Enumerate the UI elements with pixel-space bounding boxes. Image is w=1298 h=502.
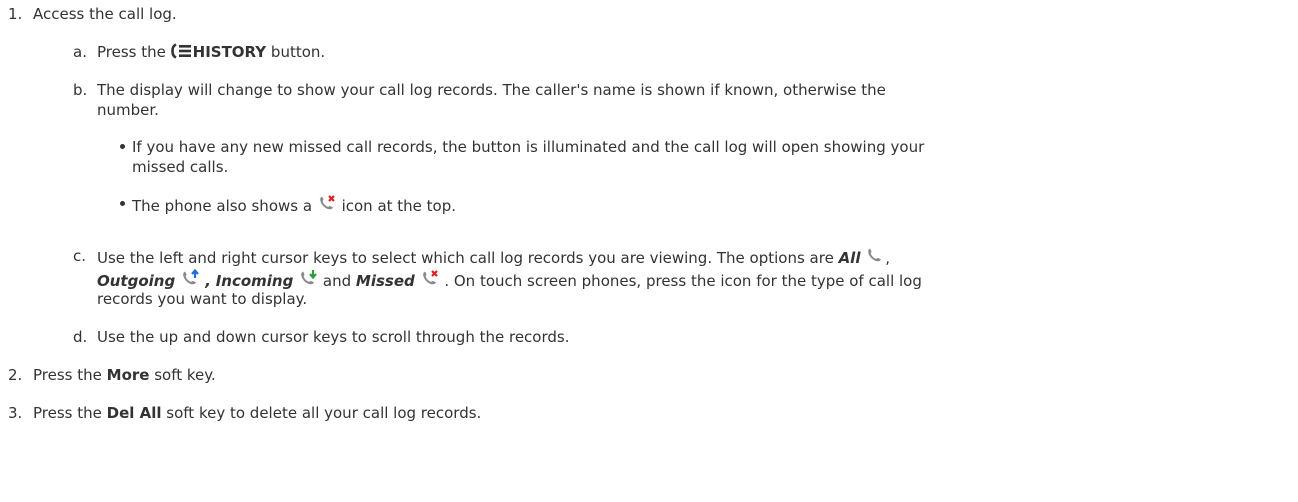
bullet-dot	[120, 201, 125, 206]
missed-call-icon	[420, 269, 440, 289]
comma-sep: ,	[199, 272, 211, 290]
substep-c-line2: Outgoing , Incoming and Missed . On touc…	[97, 269, 922, 291]
step-2-text: Press the More soft key.	[33, 366, 216, 384]
history-button-label: HISTORY	[192, 43, 267, 61]
substep-a-text: Press the HISTORY button.	[97, 43, 326, 61]
more-soft-key-label: More	[106, 366, 150, 384]
bullet-dot	[120, 144, 125, 149]
phone-icon	[865, 246, 885, 266]
substep-b-letter: b.	[73, 81, 88, 99]
substep-d-letter: d.	[73, 328, 88, 346]
substep-c-line1: Use the left and right cursor keys to se…	[97, 246, 890, 268]
bullet-1-line2: missed calls.	[132, 158, 229, 176]
bullet-2-text: The phone also shows a icon at the top.	[132, 194, 456, 216]
option-incoming: Incoming	[215, 272, 294, 290]
option-outgoing: Outgoing	[97, 272, 176, 290]
substep-c-line3: records you want to display.	[97, 290, 308, 308]
missed-call-icon	[317, 194, 337, 214]
substep-b-line2: number.	[97, 101, 159, 119]
outgoing-call-icon	[180, 269, 200, 289]
substep-a-letter: a.	[73, 43, 87, 61]
step-2-number: 2.	[8, 366, 23, 384]
substep-b-line1: The display will change to show your cal…	[97, 81, 886, 99]
option-all: All	[838, 249, 861, 267]
option-missed: Missed	[355, 272, 415, 290]
substep-d-text: Use the up and down cursor keys to scrol…	[97, 328, 570, 346]
history-icon	[170, 43, 193, 59]
step-1-number: 1.	[8, 5, 23, 23]
step-1-text: Access the call log.	[33, 5, 177, 23]
step-3-number: 3.	[8, 404, 23, 422]
incoming-call-icon	[298, 269, 318, 289]
del-all-soft-key-label: Del All	[106, 404, 162, 422]
bullet-1-line1: If you have any new missed call records,…	[132, 138, 925, 156]
substep-c-letter: c.	[73, 247, 87, 265]
step-3-text: Press the Del All soft key to delete all…	[33, 404, 482, 422]
